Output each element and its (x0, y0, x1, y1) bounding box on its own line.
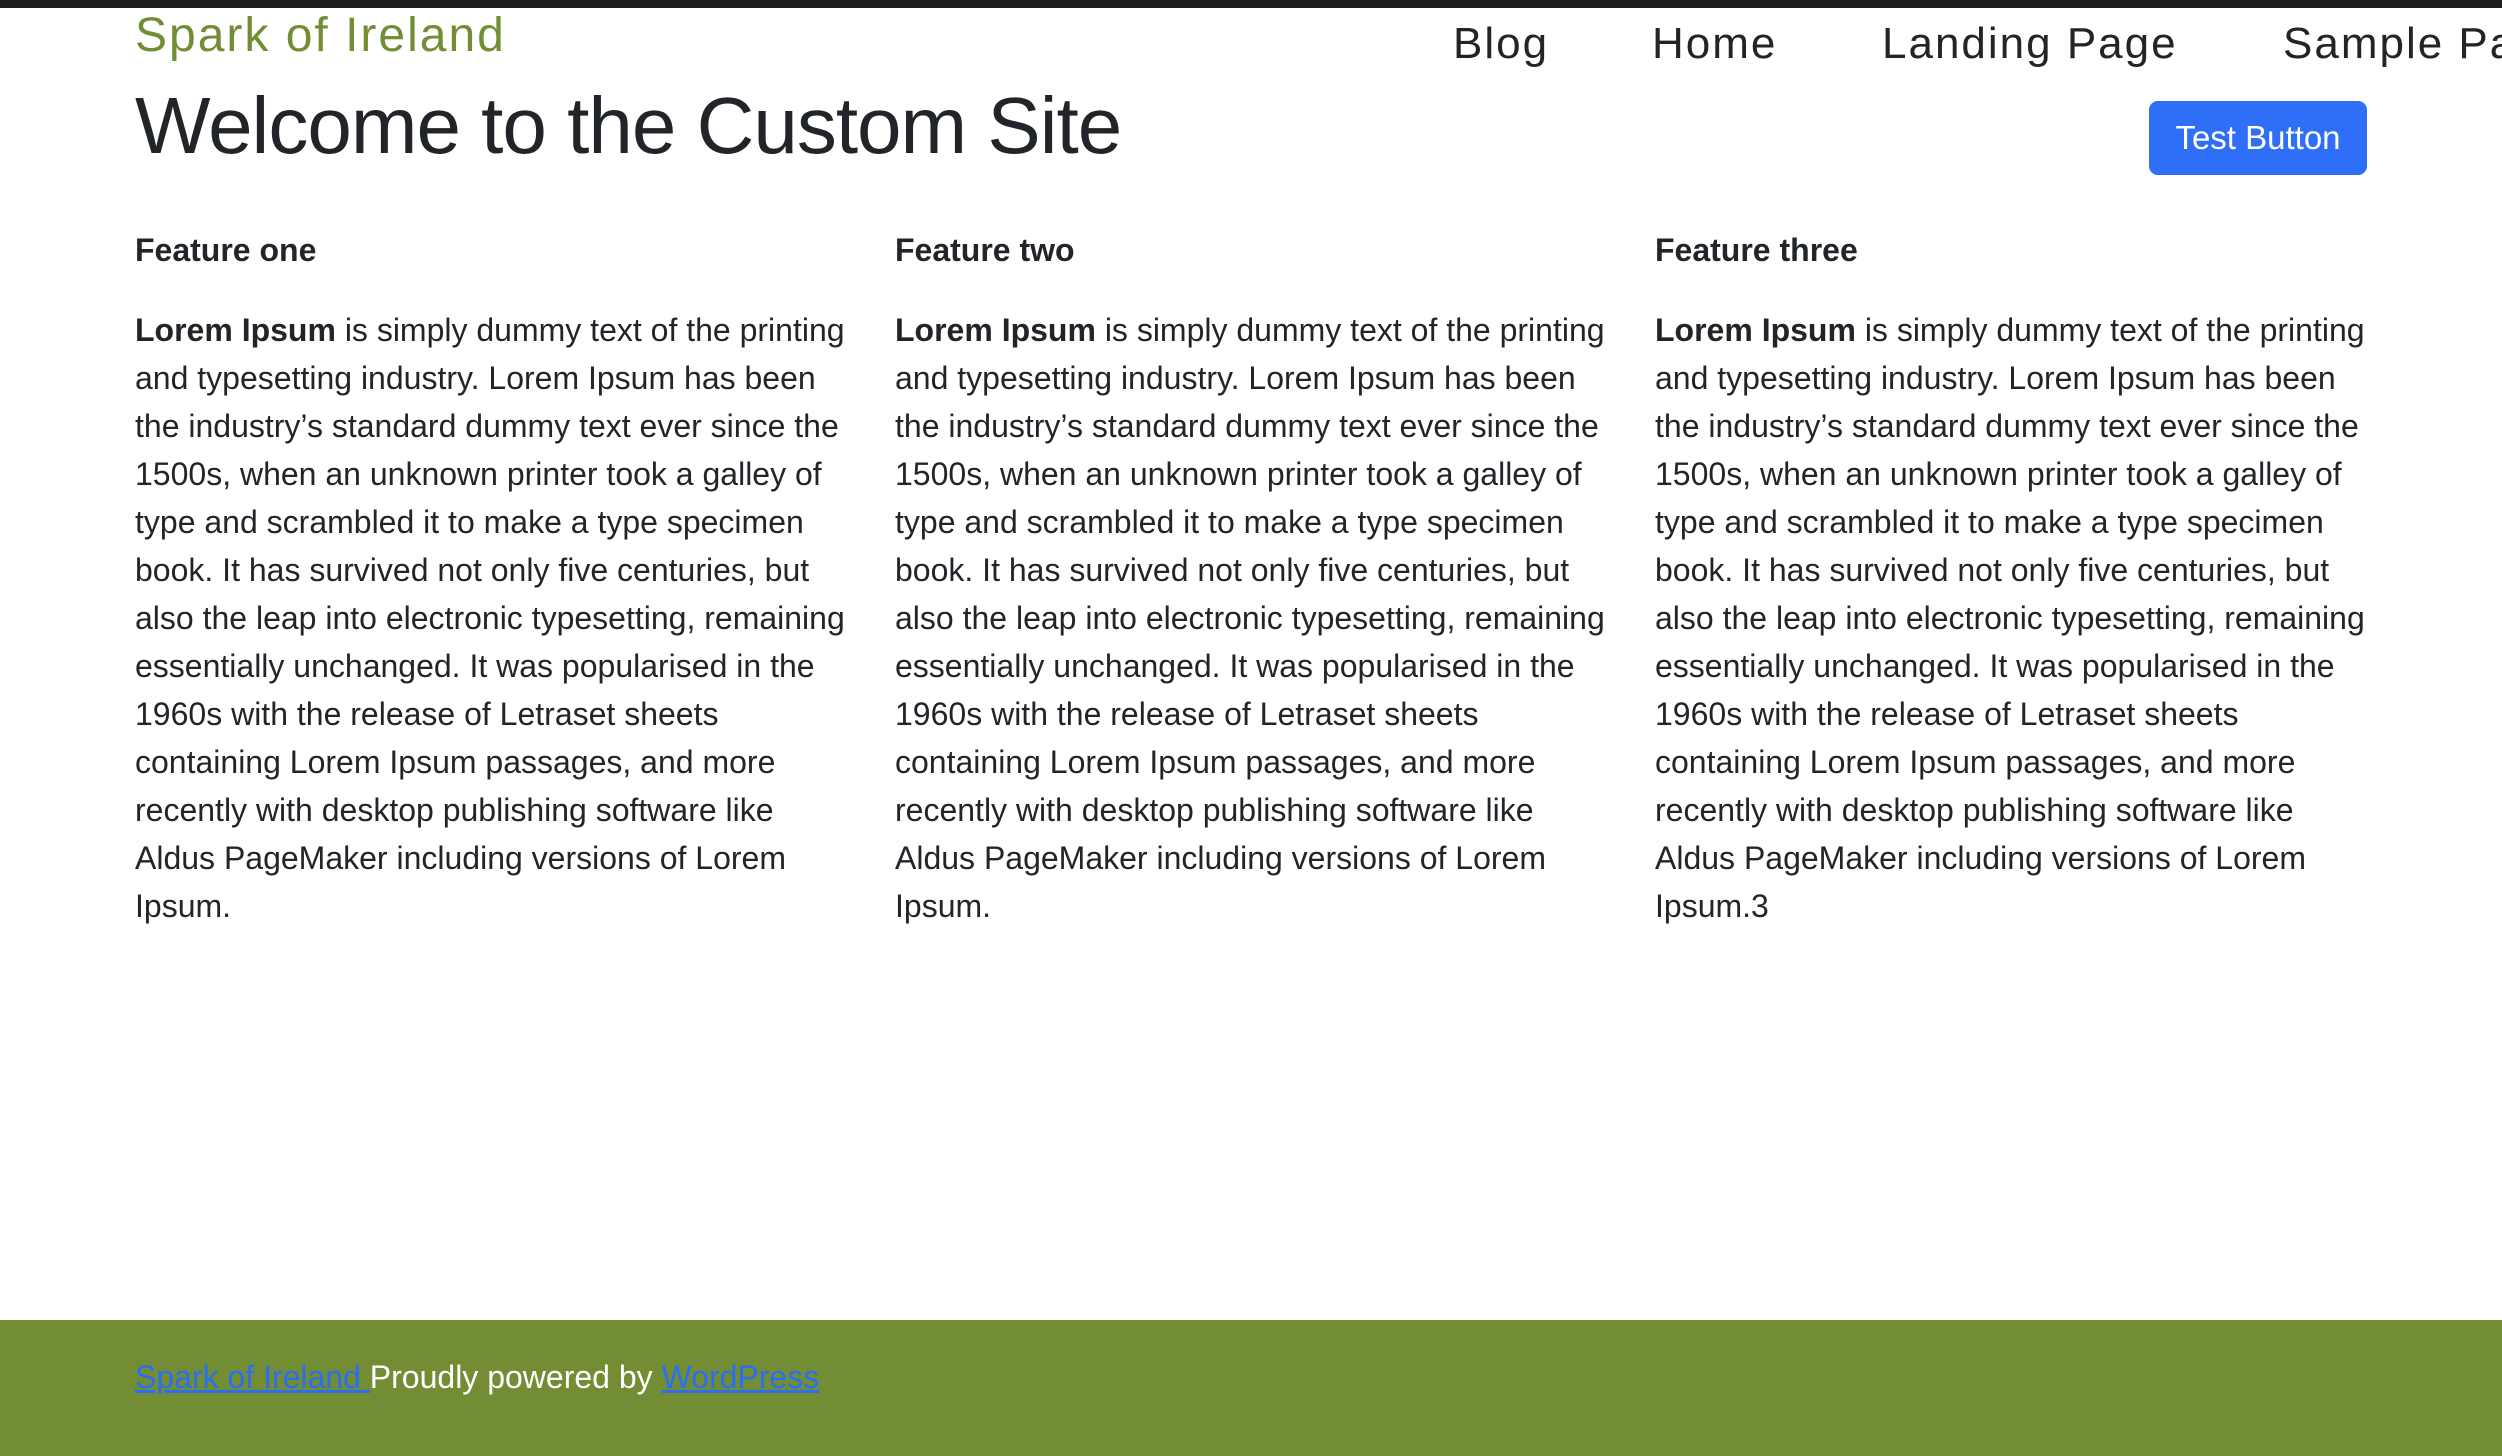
feature-body: is simply dummy text of the printing and… (1655, 312, 2365, 924)
feature-lead: Lorem Ipsum (895, 312, 1096, 348)
test-button[interactable]: Test Button (2149, 101, 2367, 175)
footer-site-link[interactable]: Spark of Ireland (135, 1359, 370, 1395)
feature-title: Feature one (135, 232, 317, 268)
footer-credits: Spark of Ireland Proudly powered by Word… (135, 1358, 819, 1396)
footer-powered-text: Proudly powered by (369, 1359, 662, 1395)
feature-text: Lorem Ipsum is simply dummy text of the … (895, 306, 1615, 930)
feature-column-two: Feature two Lorem Ipsum is simply dummy … (895, 230, 1615, 930)
feature-title: Feature two (895, 232, 1075, 268)
feature-body: is simply dummy text of the printing and… (895, 312, 1605, 924)
feature-text: Lorem Ipsum is simply dummy text of the … (1655, 306, 2375, 930)
feature-lead: Lorem Ipsum (135, 312, 336, 348)
nav-item-sample-page[interactable]: Sample Pa (2283, 22, 2502, 66)
feature-column-one: Feature one Lorem Ipsum is simply dummy … (135, 230, 855, 930)
feature-body: is simply dummy text of the printing and… (135, 312, 845, 924)
page-title: Welcome to the Custom Site (135, 81, 1122, 170)
nav-item-blog[interactable]: Blog (1453, 22, 1549, 66)
feature-title: Feature three (1655, 232, 1858, 268)
feature-lead: Lorem Ipsum (1655, 312, 1856, 348)
site-title[interactable]: Spark of Ireland (135, 12, 506, 60)
feature-column-three: Feature three Lorem Ipsum is simply dumm… (1655, 230, 2375, 930)
feature-text: Lorem Ipsum is simply dummy text of the … (135, 306, 855, 930)
nav-item-landing-page[interactable]: Landing Page (1882, 22, 2178, 66)
site-footer: Spark of Ireland Proudly powered by Word… (0, 1320, 2502, 1456)
nav-item-home[interactable]: Home (1652, 22, 1777, 66)
footer-wordpress-link[interactable]: WordPress (662, 1359, 820, 1395)
